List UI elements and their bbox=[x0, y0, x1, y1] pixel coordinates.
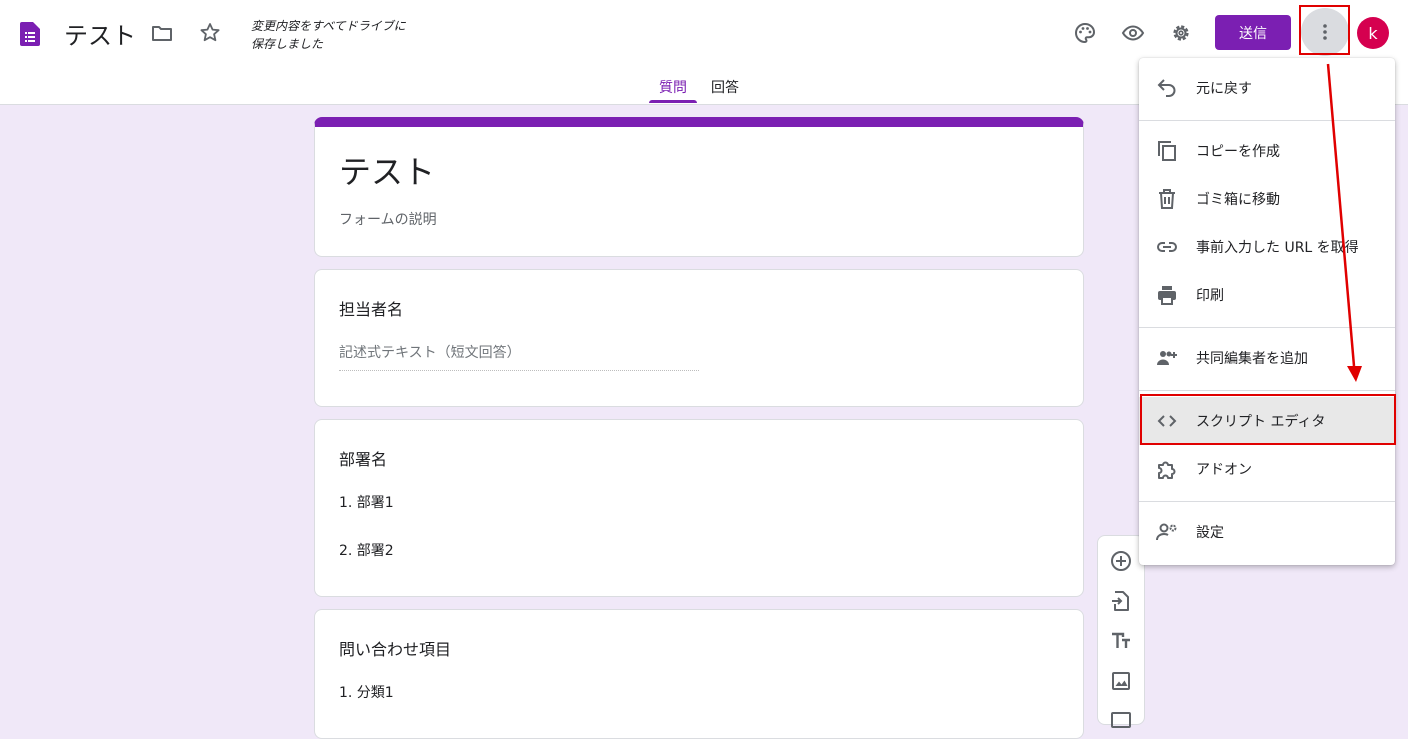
menu-item-label: アドオン bbox=[1196, 462, 1252, 478]
trash-icon bbox=[1155, 187, 1179, 211]
tab-responses[interactable]: 回答 bbox=[711, 77, 739, 97]
copy-icon bbox=[1155, 139, 1179, 163]
save-status-line2: 保存しました bbox=[251, 37, 324, 51]
menu-divider bbox=[1139, 327, 1395, 328]
list-item: 1. 部署1 bbox=[339, 495, 394, 511]
question-title: 部署名 bbox=[339, 450, 388, 469]
menu-item-label: 印刷 bbox=[1196, 288, 1224, 304]
menu-item-make-copy[interactable]: コピーを作成 bbox=[1139, 127, 1395, 175]
add-video-icon[interactable] bbox=[1109, 709, 1133, 733]
question-card[interactable]: 担当者名 記述式テキスト（短文回答） bbox=[314, 269, 1084, 407]
add-question-icon[interactable] bbox=[1109, 549, 1133, 573]
link-icon bbox=[1155, 235, 1179, 259]
save-status: 変更内容をすべてドライブに 保存しました bbox=[251, 17, 451, 53]
add-image-icon[interactable] bbox=[1109, 669, 1133, 693]
form-title[interactable]: テスト bbox=[339, 147, 435, 193]
menu-item-label: 元に戻す bbox=[1196, 81, 1252, 97]
menu-divider bbox=[1139, 120, 1395, 121]
tab-active-indicator bbox=[649, 100, 697, 103]
save-status-line1: 変更内容をすべてドライブに bbox=[251, 19, 406, 33]
undo-icon bbox=[1155, 76, 1179, 100]
menu-item-label: コピーを作成 bbox=[1196, 144, 1280, 160]
add-title-icon[interactable] bbox=[1109, 629, 1133, 653]
menu-item-undo[interactable]: 元に戻す bbox=[1139, 64, 1395, 112]
send-button[interactable]: 送信 bbox=[1215, 15, 1291, 50]
avatar[interactable]: k bbox=[1357, 17, 1389, 49]
document-title[interactable]: テスト bbox=[64, 16, 136, 51]
form-title-card: テスト フォームの説明 bbox=[314, 117, 1084, 257]
question-card[interactable]: 問い合わせ項目 1. 分類1 bbox=[314, 609, 1084, 739]
import-questions-icon[interactable] bbox=[1109, 589, 1133, 613]
list-item: 1. 分類1 bbox=[339, 685, 394, 701]
forms-logo-icon[interactable] bbox=[20, 22, 40, 46]
menu-item-label: 事前入力した URL を取得 bbox=[1196, 240, 1359, 256]
print-icon bbox=[1155, 283, 1179, 307]
menu-divider bbox=[1139, 390, 1395, 391]
highlight-box bbox=[1140, 394, 1396, 445]
side-toolbar bbox=[1097, 535, 1145, 728]
short-answer-placeholder: 記述式テキスト（短文回答） bbox=[339, 342, 699, 371]
menu-item-add-collaborators[interactable]: 共同編集者を追加 bbox=[1139, 334, 1395, 382]
folder-icon[interactable] bbox=[146, 17, 178, 49]
puzzle-icon bbox=[1155, 457, 1179, 481]
question-title: 担当者名 bbox=[339, 300, 404, 319]
highlight-box bbox=[1299, 5, 1350, 55]
question-card[interactable]: 部署名 1. 部署1 2. 部署2 bbox=[314, 419, 1084, 597]
settings-person-icon bbox=[1155, 520, 1179, 544]
form-description[interactable]: フォームの説明 bbox=[339, 209, 437, 229]
menu-item-addons[interactable]: アドオン bbox=[1139, 445, 1395, 493]
menu-item-label: 共同編集者を追加 bbox=[1196, 351, 1308, 367]
tab-questions[interactable]: 質問 bbox=[659, 77, 687, 97]
menu-item-prefilled-url[interactable]: 事前入力した URL を取得 bbox=[1139, 223, 1395, 271]
add-people-icon bbox=[1155, 346, 1179, 370]
menu-item-print[interactable]: 印刷 bbox=[1139, 271, 1395, 319]
menu-item-settings[interactable]: 設定 bbox=[1139, 508, 1395, 556]
palette-icon[interactable] bbox=[1069, 17, 1101, 49]
preview-eye-icon[interactable] bbox=[1117, 17, 1149, 49]
question-title: 問い合わせ項目 bbox=[339, 640, 452, 659]
list-item: 2. 部署2 bbox=[339, 543, 394, 559]
more-options-menu: 元に戻す コピーを作成 ゴミ箱に移動 事前入力した URL を取得 印刷 共同編… bbox=[1139, 58, 1395, 565]
menu-item-move-to-trash[interactable]: ゴミ箱に移動 bbox=[1139, 175, 1395, 223]
gear-icon[interactable] bbox=[1165, 17, 1197, 49]
menu-item-label: 設定 bbox=[1196, 525, 1224, 541]
star-icon[interactable] bbox=[194, 17, 226, 49]
menu-divider bbox=[1139, 501, 1395, 502]
menu-item-label: ゴミ箱に移動 bbox=[1196, 192, 1280, 208]
